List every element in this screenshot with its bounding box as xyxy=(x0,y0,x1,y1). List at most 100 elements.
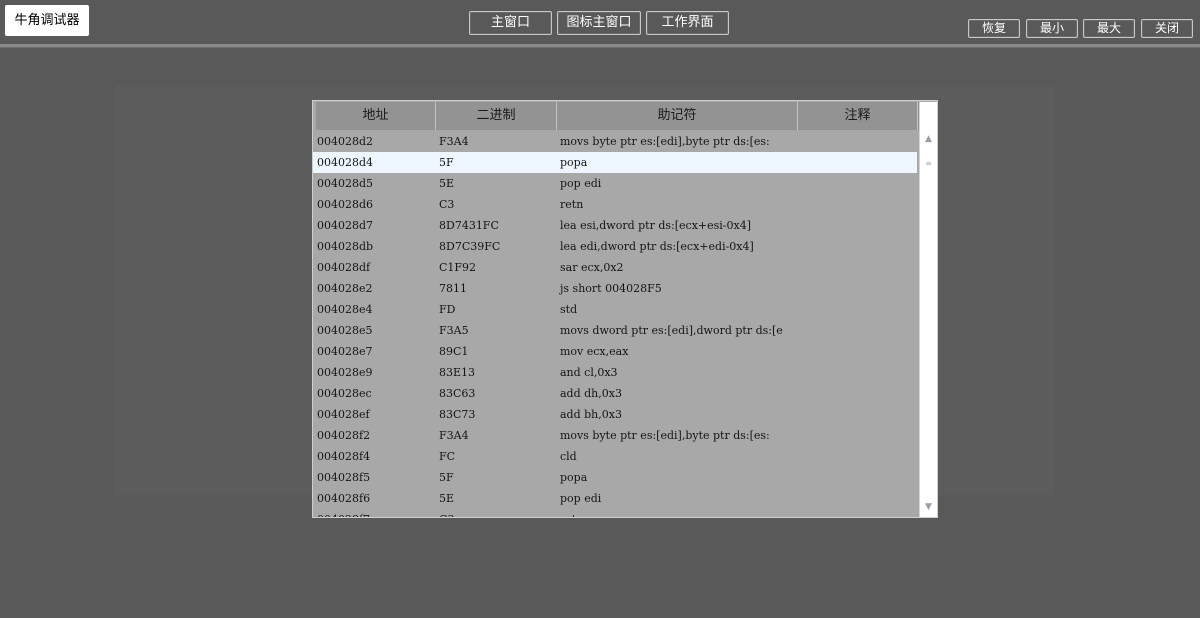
nav-icon-main-window-button[interactable]: 图标主窗口 xyxy=(557,11,641,35)
cell-mnemonic: cld xyxy=(560,450,577,463)
cell-address: 004028ef xyxy=(317,408,370,421)
cell-address: 004028ec xyxy=(317,387,372,400)
table-row[interactable]: 004028d7 8D7431FC lea esi,dword ptr ds:[ec… xyxy=(313,215,917,236)
table-row[interactable]: 004028e5 F3A5 movs dword ptr es:[edi],dwor… xyxy=(313,320,917,341)
cell-mnemonic: sar ecx,0x2 xyxy=(560,261,624,274)
cell-address: 004028f6 xyxy=(317,492,371,505)
cell-address: 004028e5 xyxy=(317,324,373,337)
vertical-scrollbar[interactable]: ▲ ≡ ▼ xyxy=(919,102,937,517)
table-row[interactable]: 004028d2 F3A4 movs byte ptr es:[edi],byte … xyxy=(313,131,917,152)
cell-address: 004028f7 xyxy=(313,509,435,517)
cell-comment xyxy=(798,509,917,517)
cell-comment xyxy=(798,257,917,278)
cell-address: 004028d7 xyxy=(317,219,374,232)
table-body: 004028d2 F3A4 movs byte ptr es:[edi],byte … xyxy=(313,131,917,517)
top-bar: 牛角调试器 主窗口 图标主窗口 工作界面 恢复 最小 最大 关闭 xyxy=(0,0,1200,44)
table-header: 地址 二进制 助记符 注释 xyxy=(316,102,919,130)
table-row[interactable]: 004028e4 FD std xyxy=(313,299,917,320)
cell-mnemonic: mov ecx,eax xyxy=(560,345,629,358)
scroll-down-arrow-icon[interactable]: ▼ xyxy=(920,500,937,514)
cell-binary: 5E xyxy=(439,492,455,505)
cell-binary: F3A4 xyxy=(439,135,469,148)
cell-address: 004028d2 xyxy=(317,135,374,148)
nav-main-window-button[interactable]: 主窗口 xyxy=(469,11,552,35)
cell-comment xyxy=(798,425,917,446)
cell-binary: F3A5 xyxy=(439,324,469,337)
cell-comment xyxy=(798,320,917,341)
cell-mnemonic: retn xyxy=(560,198,584,211)
maximize-button[interactable]: 最大 xyxy=(1083,19,1135,38)
cell-mnemonic: add dh,0x3 xyxy=(560,387,622,400)
cell-comment xyxy=(798,404,917,425)
cell-mnemonic: retn xyxy=(556,509,798,517)
cell-comment xyxy=(798,215,917,236)
cell-binary: 7811 xyxy=(439,282,467,295)
cell-mnemonic: popa xyxy=(560,156,588,169)
cell-mnemonic: add bh,0x3 xyxy=(560,408,622,421)
cell-binary: 83C73 xyxy=(439,408,476,421)
cell-address: 004028e9 xyxy=(317,366,373,379)
nav-workspace-button[interactable]: 工作界面 xyxy=(646,11,729,35)
column-header-address[interactable]: 地址 xyxy=(316,102,436,130)
table-row[interactable]: 004028f5 5F popa xyxy=(313,467,917,488)
cell-comment xyxy=(798,467,917,488)
app-title: 牛角调试器 xyxy=(5,5,89,36)
cell-mnemonic: pop edi xyxy=(560,177,602,190)
cell-binary: 83C63 xyxy=(439,387,476,400)
cell-binary: 5E xyxy=(439,177,455,190)
cell-mnemonic: std xyxy=(560,303,578,316)
cell-mnemonic: and cl,0x3 xyxy=(560,366,618,379)
cell-mnemonic: lea edi,dword ptr ds:[ecx+edi-0x4] xyxy=(560,240,754,253)
table-row[interactable]: 004028e7 89C1 mov ecx,eax xyxy=(313,341,917,362)
cell-comment xyxy=(798,173,917,194)
cell-binary: FD xyxy=(439,303,456,316)
cell-mnemonic: popa xyxy=(560,471,588,484)
minimize-button[interactable]: 最小 xyxy=(1026,19,1078,38)
cell-binary: 8D7431FC xyxy=(439,219,499,232)
column-header-mnemonic[interactable]: 助记符 xyxy=(557,102,798,130)
cell-binary: 8D7C39FC xyxy=(439,240,501,253)
scroll-up-arrow-icon[interactable]: ▲ xyxy=(920,132,937,146)
cell-binary: 5F xyxy=(439,156,454,169)
close-button[interactable]: 关闭 xyxy=(1141,19,1193,38)
disassembly-table: 地址 二进制 助记符 注释 004028d2 F3A4 movs byte ptr … xyxy=(312,100,938,518)
column-header-comment[interactable]: 注释 xyxy=(798,102,918,130)
table-row[interactable]: 004028f6 5E pop edi xyxy=(313,488,917,509)
cell-binary: C3 xyxy=(439,198,455,211)
cell-address: 004028db xyxy=(317,240,374,253)
cell-mnemonic: lea esi,dword ptr ds:[ecx+esi-0x4] xyxy=(560,219,752,232)
table-row[interactable]: 004028f4 FC cld xyxy=(313,446,917,467)
table-row[interactable]: 004028d4 5F popa xyxy=(313,152,917,173)
table-row[interactable]: 004028f2 F3A4 movs byte ptr es:[edi],byte … xyxy=(313,425,917,446)
top-bar-divider xyxy=(0,44,1200,48)
cell-comment xyxy=(798,383,917,404)
cell-binary: 5F xyxy=(439,471,454,484)
cell-mnemonic: pop edi xyxy=(560,492,602,505)
cell-address: 004028d5 xyxy=(317,177,374,190)
cell-mnemonic: movs byte ptr es:[edi],byte ptr ds:[es: xyxy=(560,135,770,148)
table-row[interactable]: 004028e2 7811 js short 004028F5 xyxy=(313,278,917,299)
cell-comment xyxy=(798,152,917,173)
cell-comment xyxy=(798,362,917,383)
table-row[interactable]: 004028d6 C3 retn xyxy=(313,194,917,215)
cell-binary: 89C1 xyxy=(439,345,469,358)
table-row[interactable]: 004028e9 83E13 and cl,0x3 xyxy=(313,362,917,383)
cell-binary: F3A4 xyxy=(439,429,469,442)
cell-comment xyxy=(798,341,917,362)
cell-binary: C1F92 xyxy=(439,261,477,274)
cell-mnemonic: js short 004028F5 xyxy=(560,282,662,295)
table-row[interactable]: 004028df C1F92 sar ecx,0x2 xyxy=(313,257,917,278)
table-row[interactable]: 004028f7C3retn xyxy=(313,509,917,517)
cell-comment xyxy=(798,299,917,320)
table-row[interactable]: 004028ef 83C73 add bh,0x3 xyxy=(313,404,917,425)
cell-address: 004028d6 xyxy=(317,198,374,211)
table-row[interactable]: 004028ec 83C63 add dh,0x3 xyxy=(313,383,917,404)
cell-address: 004028e4 xyxy=(317,303,373,316)
table-row[interactable]: 004028db 8D7C39FC lea edi,dword ptr ds:[ec… xyxy=(313,236,917,257)
scroll-grip-icon[interactable]: ≡ xyxy=(925,160,932,174)
cell-comment xyxy=(798,278,917,299)
cell-binary: C3 xyxy=(435,509,556,517)
table-row[interactable]: 004028d5 5E pop edi xyxy=(313,173,917,194)
column-header-binary[interactable]: 二进制 xyxy=(436,102,557,130)
restore-button[interactable]: 恢复 xyxy=(968,19,1020,38)
